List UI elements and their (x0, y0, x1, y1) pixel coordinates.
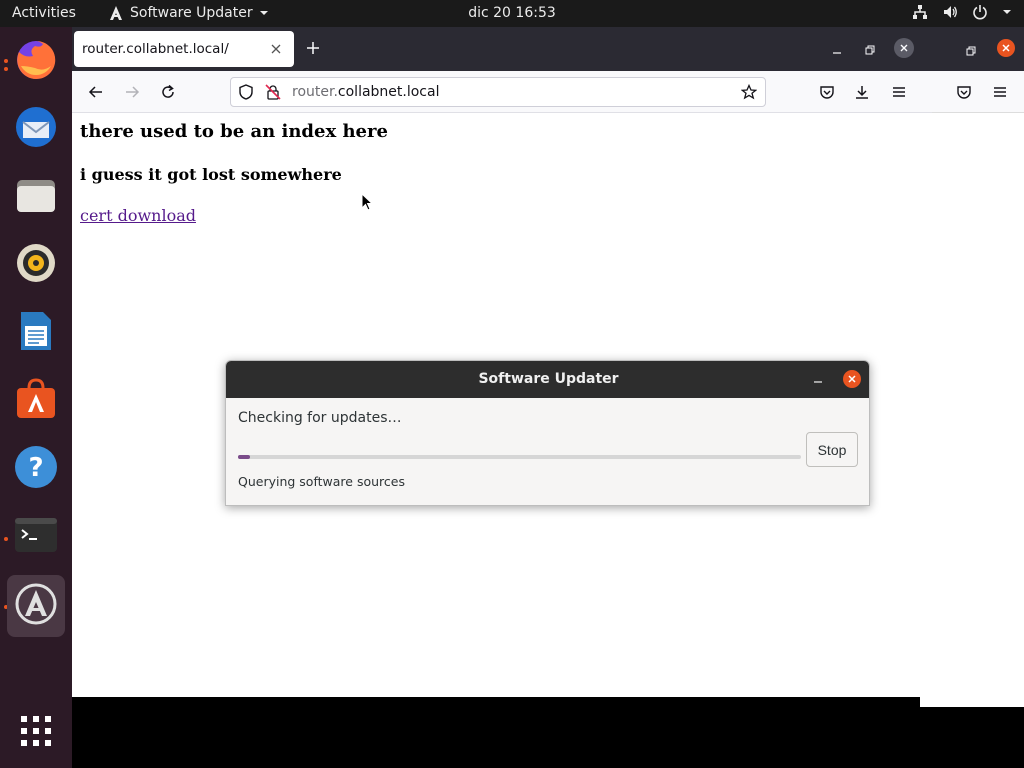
progress-fill (238, 455, 250, 459)
page-heading: there used to be an index here (80, 121, 388, 142)
shopping-bag-icon (13, 376, 59, 426)
thunderbird-icon (13, 104, 59, 154)
background-window-titlebar (920, 27, 1024, 71)
forward-icon[interactable] (121, 81, 143, 103)
shield-icon[interactable] (238, 84, 254, 104)
show-applications-button[interactable] (10, 707, 62, 759)
app-menu-label: Software Updater (130, 5, 253, 21)
cert-download-link[interactable]: cert download (80, 206, 196, 225)
minimize-icon[interactable] (810, 371, 826, 387)
status-text: Checking for updates… (238, 410, 402, 426)
dialog-titlebar[interactable]: Software Updater (226, 361, 869, 398)
running-indicator (4, 59, 8, 63)
restore-icon[interactable] (859, 39, 881, 61)
dock-files[interactable] (10, 171, 62, 223)
software-updater-icon (13, 581, 59, 631)
dock-terminal[interactable] (10, 511, 62, 563)
running-indicator (4, 537, 8, 541)
insecure-lock-icon[interactable] (265, 84, 281, 104)
url-text[interactable]: router.collabnet.local (292, 84, 439, 100)
dock-thunderbird[interactable] (10, 103, 62, 155)
top-bar: Activities Software Updater dic 20 16:53 (0, 0, 1024, 27)
close-window-icon[interactable] (894, 38, 914, 58)
help-icon: ? (13, 444, 59, 494)
dialog-title: Software Updater (478, 371, 619, 387)
dock-software-updater[interactable] (7, 575, 65, 637)
download-icon[interactable] (851, 81, 873, 103)
url-domain: collabnet.local (337, 84, 440, 100)
pocket-icon[interactable] (816, 81, 838, 103)
show-applications-icon (19, 714, 53, 752)
background-window-toolbar (920, 71, 1024, 113)
menu-icon[interactable] (992, 84, 1008, 104)
url-bar[interactable]: router.collabnet.local (230, 77, 766, 107)
dock-rhythmbox[interactable] (10, 239, 62, 291)
mouse-pointer-icon (361, 192, 374, 215)
minimize-icon[interactable] (826, 39, 848, 61)
activities-button[interactable]: Activities (12, 5, 76, 21)
folder-icon (13, 172, 59, 222)
speaker-icon (13, 240, 59, 290)
url-subdomain: router. (292, 84, 338, 100)
restore-icon[interactable] (966, 41, 976, 60)
dock: ? (0, 27, 72, 768)
tab-strip: router.collabnet.local/ (72, 27, 932, 71)
app-menu[interactable]: Software Updater (108, 5, 269, 21)
software-updater-icon (108, 5, 124, 21)
svg-text:?: ? (28, 453, 43, 483)
system-tray[interactable] (912, 4, 1012, 20)
terminal-icon (13, 512, 59, 562)
firefox-icon (13, 36, 59, 86)
reload-icon[interactable] (157, 81, 179, 103)
back-icon[interactable] (85, 81, 107, 103)
writer-document-icon (13, 308, 59, 358)
tab-router[interactable]: router.collabnet.local/ (74, 31, 294, 67)
page-subheading: i guess it got lost somewhere (80, 165, 342, 184)
close-icon[interactable] (997, 39, 1015, 57)
software-updater-dialog: Software Updater Checking for updates… S… (225, 360, 870, 506)
close-tab-icon[interactable] (268, 41, 284, 57)
bookmark-star-icon[interactable] (740, 83, 758, 104)
dock-writer[interactable] (10, 307, 62, 359)
navigation-toolbar: router.collabnet.local (72, 71, 932, 113)
menu-icon[interactable] (888, 81, 910, 103)
volume-icon[interactable] (942, 4, 958, 20)
clock[interactable]: dic 20 16:53 (468, 5, 556, 21)
detail-text: Querying software sources (238, 474, 405, 489)
power-icon[interactable] (972, 4, 988, 20)
background-browser-window[interactable] (920, 27, 1024, 707)
dock-firefox[interactable] (10, 35, 62, 87)
chevron-down-icon[interactable] (1002, 7, 1012, 17)
tab-title: router.collabnet.local/ (82, 41, 229, 57)
pocket-icon[interactable] (956, 84, 972, 104)
network-icon[interactable] (912, 4, 928, 20)
new-tab-icon[interactable] (306, 38, 320, 58)
dock-help[interactable]: ? (10, 443, 62, 495)
running-indicator (4, 67, 8, 71)
close-icon[interactable] (843, 370, 861, 388)
dock-ubuntu-software[interactable] (10, 375, 62, 427)
progress-bar (238, 455, 801, 459)
stop-button[interactable]: Stop (806, 432, 858, 467)
chevron-down-icon (259, 8, 269, 18)
